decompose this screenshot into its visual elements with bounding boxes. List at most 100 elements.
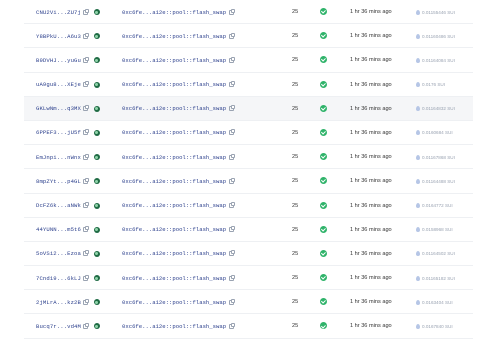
sender-address-link[interactable]: 5oVSi2...Ezoa: [36, 250, 81, 257]
time-cell: 1 hr 36 mins ago: [350, 226, 392, 233]
amount-cell: 25: [292, 275, 299, 282]
sender-address-link[interactable]: GKLwNm...q3MX: [36, 105, 81, 112]
method-cell: 0xc6fe...a12e::pool::flash_swap: [122, 320, 236, 332]
table-row[interactable]: GKLwNm...q3MX 0xc6fe...a12e::pool::flash_…: [24, 96, 473, 121]
method-link[interactable]: 0xc6fe...a12e::pool::flash_swap: [122, 9, 226, 16]
gas-fee-cell: 0.01164502 SUI: [416, 248, 455, 260]
gas-fee-value: 0.0160684 SUI: [422, 130, 453, 136]
method-link[interactable]: 0xc6fe...a12e::pool::flash_swap: [122, 33, 226, 40]
method-cell: 0xc6fe...a12e::pool::flash_swap: [122, 30, 236, 42]
sender-address-link[interactable]: 2jMLrA...kz2B: [36, 299, 81, 306]
copy-icon[interactable]: [229, 32, 236, 39]
sender-address-link[interactable]: 6PPEF3...jU5f: [36, 129, 81, 136]
sender-address-link[interactable]: 44YUNN...m5t6: [36, 226, 81, 233]
copy-icon[interactable]: [82, 129, 89, 136]
table-row[interactable]: Y8BPkU...A6u3 0xc6fe...a12e::pool::flash_…: [24, 24, 473, 49]
gas-fee-cell: 0.01167868 SUI: [416, 151, 455, 163]
sender-address-link[interactable]: Y8BPkU...A6u3: [36, 33, 81, 40]
copy-icon[interactable]: [229, 129, 236, 136]
table-row[interactable]: 8mpZYt...p4GL 0xc6fe...a12e::pool::flash_…: [24, 169, 473, 194]
method-link[interactable]: 0xc6fe...a12e::pool::flash_swap: [122, 226, 226, 233]
copy-icon[interactable]: [229, 298, 236, 305]
sender-address-link[interactable]: 7Cnd19...6kLJ: [36, 275, 81, 282]
method-link[interactable]: 0xc6fe...a12e::pool::flash_swap: [122, 299, 226, 306]
copy-icon[interactable]: [229, 8, 236, 15]
copy-icon[interactable]: [229, 250, 236, 257]
method-link[interactable]: 0xc6fe...a12e::pool::flash_swap: [122, 81, 226, 88]
amount-cell: 25: [292, 105, 299, 112]
copy-icon[interactable]: [82, 105, 89, 112]
account-avatar-icon: [93, 9, 100, 15]
copy-icon[interactable]: [229, 274, 236, 281]
copy-icon[interactable]: [82, 226, 89, 233]
success-check-icon: [320, 201, 327, 209]
sender-address-link[interactable]: CNU2Vi...ZU7j: [36, 9, 81, 16]
sender-address-link[interactable]: uA9gu8...XEje: [36, 81, 81, 88]
copy-icon[interactable]: [229, 56, 236, 63]
sui-icon: [416, 82, 420, 88]
success-check-icon: [320, 104, 327, 112]
sender-address-link[interactable]: EmJnpi...nWnx: [36, 154, 81, 161]
time-cell: 1 hr 36 mins ago: [350, 33, 392, 40]
sender-address-link[interactable]: 8mpZYt...p4GL: [36, 178, 81, 185]
table-row[interactable]: 44YUNN...m5t6 0xc6fe...a12e::pool::flash_…: [24, 218, 473, 242]
table-row[interactable]: 7Cnd19...6kLJ 0xc6fe...a12e::pool::flash_…: [24, 266, 473, 291]
method-cell: 0xc6fe...a12e::pool::flash_swap: [122, 103, 236, 115]
time-cell: 1 hr 36 mins ago: [350, 202, 392, 209]
method-link[interactable]: 0xc6fe...a12e::pool::flash_swap: [122, 105, 226, 112]
copy-icon[interactable]: [82, 8, 89, 15]
copy-icon[interactable]: [82, 81, 89, 88]
table-row[interactable]: 6PPEF3...jU5f 0xc6fe...a12e::pool::flash_…: [24, 121, 473, 146]
account-avatar-icon: [93, 299, 100, 306]
amount-cell: 25: [292, 9, 299, 15]
success-check-icon: [320, 249, 327, 257]
copy-icon[interactable]: [82, 322, 89, 329]
copy-icon[interactable]: [229, 322, 236, 329]
success-check-icon: [320, 153, 327, 161]
gas-fee-value: 0.01167868 SUI: [422, 154, 455, 160]
sui-icon: [416, 203, 420, 208]
sender-cell: 7Cnd19...6kLJ: [36, 272, 100, 284]
copy-icon[interactable]: [229, 202, 236, 208]
gas-fee-value: 0.01164502 SUI: [422, 251, 455, 257]
copy-icon[interactable]: [229, 105, 236, 112]
table-row[interactable]: 5oVSi2...Ezoa 0xc6fe...a12e::pool::flash_…: [24, 242, 473, 267]
copy-icon[interactable]: [82, 250, 89, 257]
copy-icon[interactable]: [82, 56, 89, 63]
sender-address-link[interactable]: Bucq7r...vd4M: [36, 323, 81, 330]
method-link[interactable]: 0xc6fe...a12e::pool::flash_swap: [122, 154, 226, 161]
method-link[interactable]: 0xc6fe...a12e::pool::flash_swap: [122, 129, 226, 136]
method-link[interactable]: 0xc6fe...a12e::pool::flash_swap: [122, 323, 226, 330]
method-link[interactable]: 0xc6fe...a12e::pool::flash_swap: [122, 178, 226, 185]
copy-icon[interactable]: [229, 226, 236, 233]
sui-icon: [416, 251, 420, 257]
copy-icon[interactable]: [229, 153, 236, 160]
copy-icon[interactable]: [229, 81, 236, 88]
table-row[interactable]: Bucq7r...vd4M 0xc6fe...a12e::pool::flash_…: [24, 314, 473, 339]
method-link[interactable]: 0xc6fe...a12e::pool::flash_swap: [122, 250, 226, 257]
table-row[interactable]: 2jMLrA...kz2B 0xc6fe...a12e::pool::flash_…: [24, 290, 473, 315]
method-link[interactable]: 0xc6fe...a12e::pool::flash_swap: [122, 275, 226, 282]
table-row[interactable]: CNU2Vi...ZU7j 0xc6fe...a12e::pool::flash_…: [24, 0, 473, 25]
copy-icon[interactable]: [82, 153, 89, 160]
method-link[interactable]: 0xc6fe...a12e::pool::flash_swap: [122, 202, 226, 209]
copy-icon[interactable]: [229, 177, 236, 184]
gas-fee-cell: 0.0160684 SUI: [416, 127, 453, 139]
copy-icon[interactable]: [82, 298, 89, 305]
table-row[interactable]: EmJnpi...nWnx 0xc6fe...a12e::pool::flash_…: [24, 145, 473, 170]
sender-address-link[interactable]: B9DVHJ...yuGu: [36, 57, 81, 64]
sender-cell: 5oVSi2...Ezoa: [36, 248, 100, 260]
table-row[interactable]: DcFZ6k...aNWk 0xc6fe...a12e::pool::flash_…: [24, 194, 473, 218]
sui-icon: [416, 106, 420, 112]
copy-icon[interactable]: [82, 32, 89, 39]
table-row[interactable]: uA9gu8...XEje 0xc6fe...a12e::pool::flash_…: [24, 73, 473, 97]
copy-icon[interactable]: [82, 274, 89, 281]
copy-icon[interactable]: [82, 202, 89, 208]
sui-icon: [416, 154, 420, 160]
sender-address-link[interactable]: DcFZ6k...aNWk: [36, 202, 81, 209]
method-cell: 0xc6fe...a12e::pool::flash_swap: [122, 272, 236, 284]
copy-icon[interactable]: [82, 177, 89, 184]
table-row[interactable]: B9DVHJ...yuGu 0xc6fe...a12e::pool::flash_…: [24, 48, 473, 73]
method-link[interactable]: 0xc6fe...a12e::pool::flash_swap: [122, 57, 226, 64]
gas-fee-value: 0.01164832 SUI: [422, 106, 455, 112]
